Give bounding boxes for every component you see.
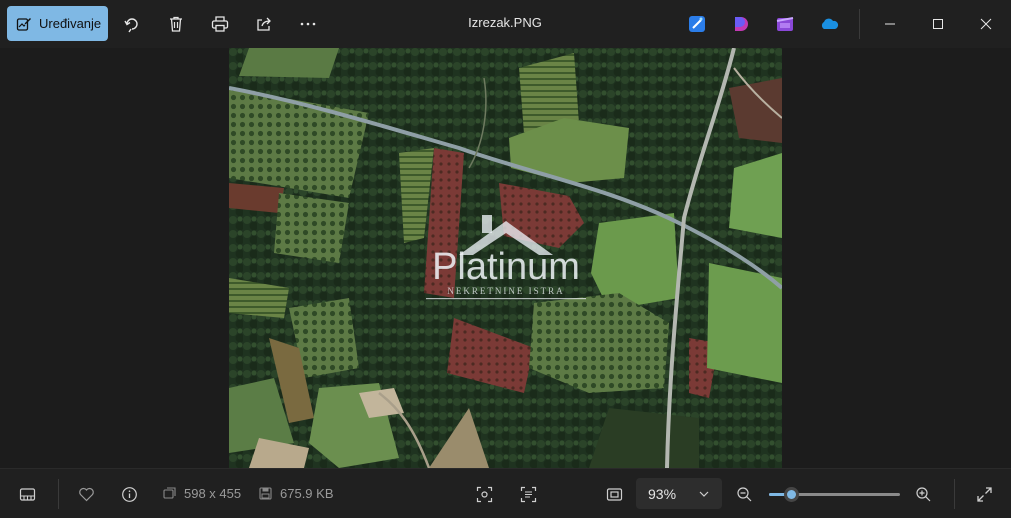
print-button[interactable] <box>208 12 232 36</box>
full-screen-button[interactable] <box>974 484 994 504</box>
filmstrip-button[interactable] <box>17 484 37 504</box>
file-info-button[interactable] <box>119 484 139 504</box>
fit-to-window-icon <box>606 487 622 501</box>
zoom-in-button[interactable] <box>913 484 933 504</box>
share-icon <box>257 17 271 31</box>
visual-search-icon <box>476 486 492 502</box>
zoom-in-icon <box>915 486 930 501</box>
edit-button-label: Uređivanje <box>39 16 102 31</box>
edit-button[interactable]: Uređivanje <box>7 6 108 41</box>
watermark-brand: Platinum <box>432 246 580 288</box>
save-disk-icon <box>259 487 272 500</box>
designer-app-icon[interactable] <box>687 14 707 34</box>
status-bar: 598 x 455 675.9 KB 93% <box>0 468 1011 518</box>
delete-icon <box>170 16 182 32</box>
image-dimensions: 598 x 455 <box>163 486 241 501</box>
status-divider <box>58 479 59 509</box>
minimize-icon <box>885 23 895 25</box>
title-bar: Uređivanje Izrezak.PNG <box>0 0 1011 48</box>
image-canvas[interactable]: Platinum NEKRETNINE ISTRA <box>0 48 1011 468</box>
watermark-tagline: NEKRETNINE ISTRA <box>447 286 564 296</box>
favorite-button[interactable] <box>76 484 96 504</box>
share-button[interactable] <box>252 12 276 36</box>
text-extract-button[interactable] <box>518 484 538 504</box>
dimensions-icon <box>163 487 176 499</box>
zoom-slider-thumb[interactable] <box>784 487 800 502</box>
file-size-value: 675.9 KB <box>280 486 334 501</box>
zoom-out-icon <box>736 486 751 501</box>
more-button[interactable] <box>296 12 320 36</box>
house-roof-logo-icon: Platinum NEKRETNINE ISTRA <box>426 215 586 300</box>
maximize-icon <box>933 19 943 29</box>
text-extract-icon <box>520 486 536 502</box>
visual-search-button[interactable] <box>474 484 494 504</box>
delete-button[interactable] <box>164 12 188 36</box>
platinum-watermark: Platinum NEKRETNINE ISTRA <box>424 213 589 303</box>
clipchamp-designer-icon[interactable] <box>731 14 751 34</box>
zoom-out-button[interactable] <box>734 484 754 504</box>
heart-icon <box>78 487 94 501</box>
more-icon <box>300 22 316 26</box>
minimize-button[interactable] <box>878 12 902 36</box>
dimensions-value: 598 x 455 <box>184 486 242 501</box>
zoom-level-value: 93% <box>648 485 677 502</box>
clipchamp-icon[interactable] <box>775 14 795 34</box>
close-icon <box>980 18 992 30</box>
close-button[interactable] <box>974 12 998 36</box>
file-size: 675.9 KB <box>259 486 334 501</box>
full-screen-icon <box>976 486 992 502</box>
zoom-level-dropdown[interactable]: 93% <box>636 478 722 509</box>
onedrive-icon[interactable] <box>819 14 839 34</box>
filmstrip-icon <box>19 487 35 501</box>
edit-image-icon <box>16 17 31 31</box>
print-icon <box>211 16 229 32</box>
fit-to-window-button[interactable] <box>604 484 624 504</box>
chevron-down-icon <box>699 491 709 497</box>
rotate-icon <box>124 18 138 33</box>
zoom-slider[interactable] <box>769 485 900 503</box>
toolbar-divider <box>859 9 860 39</box>
info-icon <box>121 486 137 502</box>
status-divider-right <box>954 479 955 509</box>
window-title: Izrezak.PNG <box>468 15 542 30</box>
rotate-button[interactable] <box>120 12 144 36</box>
maximize-button[interactable] <box>926 12 950 36</box>
